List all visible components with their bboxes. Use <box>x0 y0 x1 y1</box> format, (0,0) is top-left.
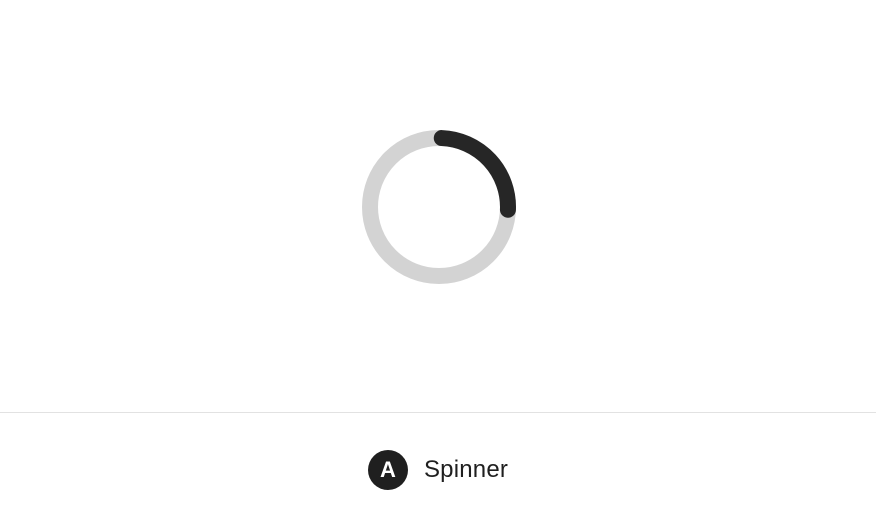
variant-badge: A <box>367 449 408 490</box>
preview-canvas <box>0 0 876 412</box>
spinner-icon <box>362 130 516 284</box>
caption-bar: A Spinner <box>0 413 876 526</box>
component-preview: A Spinner <box>0 0 876 526</box>
spinner <box>362 130 516 284</box>
spinner-arc <box>433 130 516 218</box>
component-label: Spinner <box>423 455 509 483</box>
